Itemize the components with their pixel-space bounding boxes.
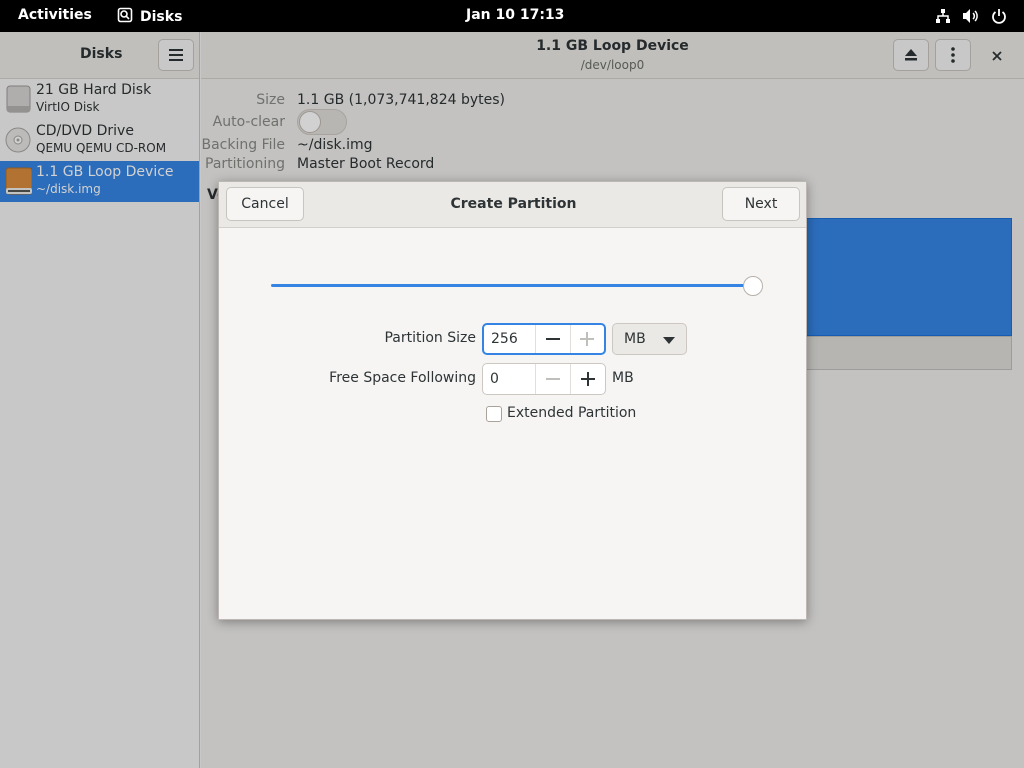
clock[interactable]: Jan 10 17:13 [466, 7, 564, 23]
increment-button[interactable] [570, 364, 605, 394]
activities-button[interactable]: Activities [18, 7, 92, 23]
app-name: Disks [140, 9, 183, 25]
minus-icon [545, 338, 560, 340]
app-menu[interactable]: Disks [117, 7, 182, 27]
plus-icon [580, 332, 595, 346]
next-button[interactable]: Next [722, 187, 800, 221]
unit-value: MB [624, 331, 646, 347]
free-space-input[interactable]: 0 [483, 364, 535, 394]
free-space-spinbutton[interactable]: 0 [482, 363, 606, 395]
dialog-header: Cancel Create Partition Next [219, 182, 806, 228]
top-bar: Activities Disks Jan 10 17:13 [0, 0, 1024, 32]
power-icon[interactable] [990, 7, 1008, 25]
decrement-button[interactable] [535, 325, 569, 353]
extended-partition-label[interactable]: Extended Partition [507, 405, 636, 421]
network-icon[interactable] [934, 7, 952, 25]
dropdown-arrow-icon [663, 337, 675, 344]
create-partition-dialog: Cancel Create Partition Next Partition S… [218, 181, 807, 620]
extended-partition-checkbox[interactable] [486, 406, 502, 422]
disks-app-icon [117, 7, 133, 27]
minus-icon [546, 378, 560, 380]
free-space-label: Free Space Following [329, 370, 476, 386]
unit-dropdown[interactable]: MB [612, 323, 687, 355]
volume-icon[interactable] [962, 7, 980, 25]
decrement-button-disabled[interactable] [535, 364, 570, 394]
partition-size-input[interactable]: 256 [484, 325, 535, 353]
plus-icon [581, 372, 595, 386]
partition-size-spinbutton[interactable]: 256 [482, 323, 606, 355]
increment-button-disabled[interactable] [569, 325, 604, 353]
partition-size-slider[interactable] [271, 284, 753, 287]
slider-handle[interactable] [743, 276, 763, 296]
partition-size-label: Partition Size [384, 330, 476, 346]
free-space-unit: MB [612, 370, 634, 386]
dialog-title: Create Partition [450, 196, 577, 212]
